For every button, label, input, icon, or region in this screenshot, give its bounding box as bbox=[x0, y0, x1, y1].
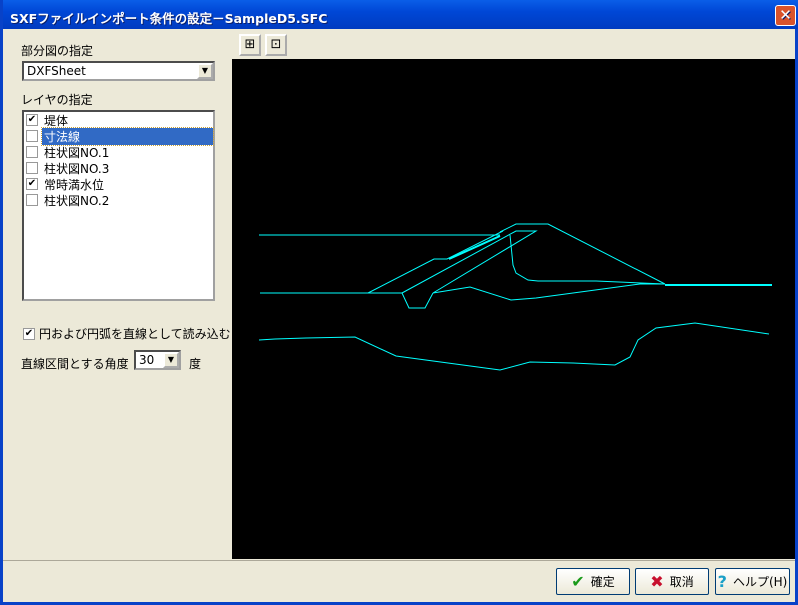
core-line bbox=[509, 234, 666, 285]
layer-checkbox[interactable]: ✔ bbox=[26, 114, 38, 126]
bedrock-line bbox=[258, 322, 770, 371]
help-button[interactable]: ? ヘルプ(H) bbox=[715, 568, 790, 595]
layer-checkbox[interactable] bbox=[26, 194, 38, 206]
dam-crest-outline bbox=[499, 223, 666, 285]
layer-item[interactable]: 柱状図NO.1 bbox=[24, 144, 213, 160]
layer-checkbox[interactable]: ✔ bbox=[26, 178, 38, 190]
layer-label: 柱状図NO.1 bbox=[44, 145, 110, 160]
upstream-slope bbox=[367, 230, 504, 294]
window-title: SXFファイルインポート条件の設定－SampleD5.SFC bbox=[10, 11, 328, 26]
layer-label: 柱状図NO.3 bbox=[44, 161, 110, 176]
partial-view-label: 部分図の指定 bbox=[21, 44, 94, 58]
layer-checkbox[interactable] bbox=[26, 130, 38, 142]
zoom-fit-icon: ⊞ bbox=[244, 37, 256, 52]
partial-view-value: DXFSheet bbox=[27, 64, 86, 78]
layer-item[interactable]: ✔ 堤体 bbox=[24, 112, 213, 128]
arc-option-checkbox[interactable]: ✔ bbox=[23, 327, 35, 340]
layer-item[interactable]: ✔ 常時満水位 bbox=[24, 176, 213, 192]
angle-select[interactable]: 30 ▼ bbox=[134, 350, 181, 370]
layer-item[interactable]: 柱状図NO.2 bbox=[24, 192, 213, 208]
inner-slope bbox=[401, 230, 538, 294]
zoom-window-icon: ⊡ bbox=[270, 37, 282, 52]
partial-view-select[interactable]: DXFSheet ▼ bbox=[22, 61, 215, 81]
zoom-window-button[interactable]: ⊡ bbox=[265, 34, 287, 56]
layer-checkbox[interactable] bbox=[26, 162, 38, 174]
foundation-line bbox=[432, 283, 665, 301]
upstream-slope-thick bbox=[448, 235, 501, 260]
layer-checkbox[interactable] bbox=[26, 146, 38, 158]
angle-label: 直線区間とする角度 bbox=[21, 357, 129, 371]
cancel-label: 取消 bbox=[669, 575, 694, 589]
layers-label: レイヤの指定 bbox=[21, 93, 93, 107]
layer-label: 常時満水位 bbox=[44, 177, 105, 192]
layer-label: 寸法線 bbox=[41, 126, 214, 146]
zoom-fit-button[interactable]: ⊞ bbox=[239, 34, 261, 56]
x-icon: ✖ bbox=[650, 572, 664, 591]
preview-canvas[interactable] bbox=[232, 59, 795, 559]
layer-item[interactable]: 柱状図NO.3 bbox=[24, 160, 213, 176]
divider bbox=[3, 560, 795, 561]
chevron-down-icon[interactable]: ▼ bbox=[163, 352, 179, 368]
layer-list[interactable]: ✔ 堤体 寸法線 柱状図NO.1 柱状図NO.3 ✔ 常時満水位 柱状図NO.2 bbox=[22, 110, 215, 301]
trench bbox=[401, 292, 434, 309]
layer-label: 柱状図NO.2 bbox=[44, 193, 110, 208]
drawing-preview bbox=[258, 223, 772, 371]
help-label: ヘルプ(H) bbox=[732, 575, 788, 589]
layer-label: 堤体 bbox=[44, 113, 69, 128]
check-icon: ✔ bbox=[571, 572, 585, 591]
chevron-down-icon[interactable]: ▼ bbox=[197, 63, 213, 79]
ok-button[interactable]: ✔ 確定 bbox=[556, 568, 630, 595]
close-button[interactable]: ✕ bbox=[775, 5, 796, 26]
arc-option-label: 円および円弧を直線として読み込む bbox=[39, 327, 231, 341]
question-icon: ? bbox=[717, 572, 727, 591]
angle-unit: 度 bbox=[189, 357, 202, 371]
arc-option[interactable]: ✔ 円および円弧を直線として読み込む bbox=[23, 325, 231, 342]
layer-item[interactable]: 寸法線 bbox=[24, 126, 214, 146]
ok-label: 確定 bbox=[590, 575, 615, 589]
angle-value: 30 bbox=[139, 353, 155, 367]
title-bar: SXFファイルインポート条件の設定－SampleD5.SFC ✕ bbox=[3, 0, 798, 29]
cancel-button[interactable]: ✖ 取消 bbox=[635, 568, 709, 595]
dialog-window: SXFファイルインポート条件の設定－SampleD5.SFC ✕ 部分図の指定 … bbox=[0, 0, 798, 605]
